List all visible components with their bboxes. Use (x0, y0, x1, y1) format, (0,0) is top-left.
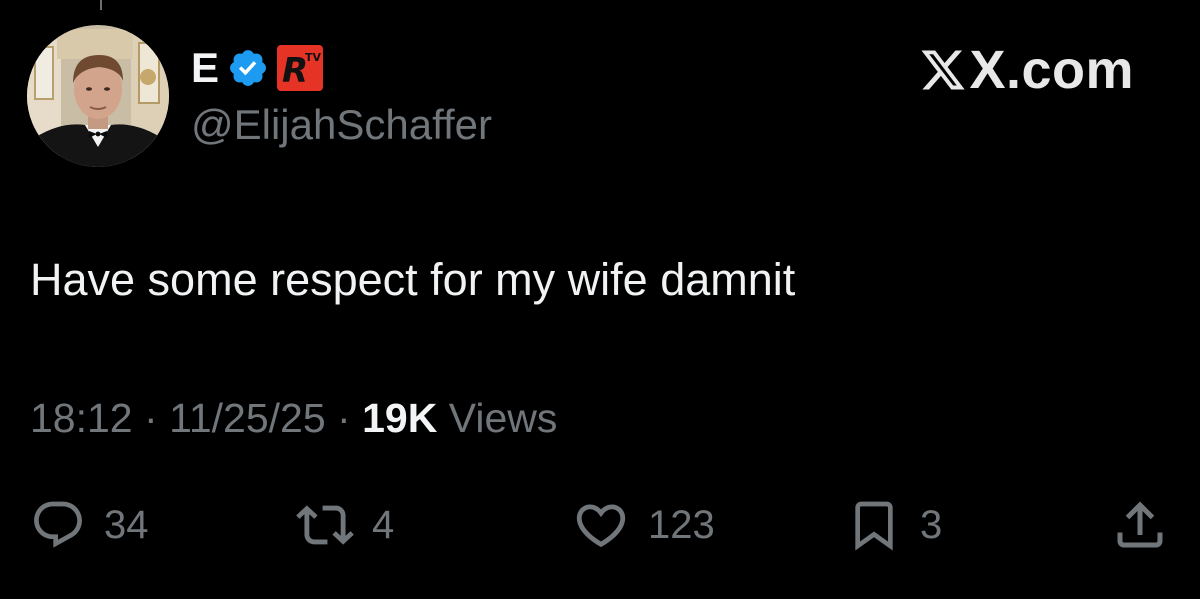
tweet-date[interactable]: 11/25/25 (169, 395, 326, 441)
repost-icon (296, 505, 354, 545)
tweet-text: Have some respect for my wife damnit (30, 254, 796, 305)
reply-button[interactable]: 34 (30, 495, 149, 555)
display-name[interactable]: E (191, 47, 219, 89)
like-button[interactable]: 123 (572, 495, 715, 555)
bookmark-button[interactable]: 3 (846, 495, 942, 555)
like-count: 123 (648, 502, 715, 547)
rtv-logo: R TV (277, 45, 324, 91)
views-count: 19K (362, 395, 438, 441)
bookmark-count: 3 (920, 502, 943, 547)
heart-icon (576, 504, 626, 548)
tweet-meta: 18:12 · 11/25/25 · 19K Views (30, 398, 557, 439)
share-button[interactable] (1110, 495, 1170, 555)
avatar-image (27, 25, 169, 167)
reply-icon (34, 501, 82, 548)
tweet-time[interactable]: 18:12 (30, 395, 133, 441)
user-handle[interactable]: @ElijahSchaffer (191, 104, 492, 146)
brand-text: X.com (969, 40, 1134, 100)
verified-badge-icon (230, 50, 266, 86)
bookmark-icon (855, 501, 893, 551)
svg-text:TV: TV (305, 51, 322, 64)
meta-separator: · (144, 395, 158, 441)
repost-count: 4 (372, 502, 395, 547)
avatar[interactable] (27, 25, 169, 167)
brand-watermark: X.com (919, 40, 1134, 100)
reply-count: 34 (104, 502, 149, 547)
action-bar: 34 4 123 3 (0, 495, 1200, 555)
meta-separator: · (337, 395, 351, 441)
share-icon (1117, 501, 1163, 548)
author-name-row: E R TV (191, 40, 324, 96)
views-label: Views (448, 395, 558, 441)
x-logo-icon (921, 50, 966, 90)
repost-button[interactable]: 4 (296, 495, 394, 555)
thread-line (100, 0, 102, 10)
